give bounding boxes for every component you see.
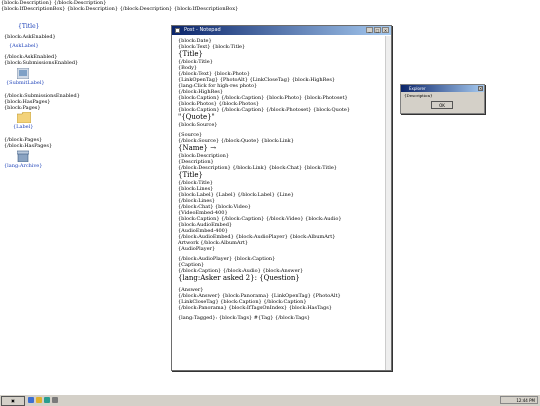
maximize-button[interactable]: □ <box>374 27 381 33</box>
clock: 12:44 PM <box>516 398 535 403</box>
minimize-button[interactable]: _ <box>366 27 373 33</box>
text-line: "{Quote}" <box>178 113 215 121</box>
quicklaunch-icon[interactable] <box>44 397 50 403</box>
dialog-text: {Description} <box>404 93 433 98</box>
dialog-title: Explorer <box>409 86 426 91</box>
quicklaunch-icon[interactable] <box>36 397 42 403</box>
dialog-titlebar[interactable]: Explorer × <box>401 85 484 92</box>
notepad-icon <box>175 28 180 33</box>
quicklaunch-icon[interactable] <box>28 397 34 403</box>
taskbar: ▣ 12:44 PM <box>0 394 540 406</box>
scrollbar[interactable] <box>385 36 391 370</box>
text-line: {Title} <box>178 50 204 58</box>
dialog-close-button[interactable]: × <box>478 86 483 91</box>
quicklaunch-icon[interactable] <box>52 397 58 403</box>
text-line: {lang:Tagged}: {block:Tags} #{Tag} {/blo… <box>178 315 311 321</box>
text-line: {lang:Asker asked 2}: {Question} <box>178 274 300 282</box>
folder-icon <box>17 112 31 123</box>
notepad-content[interactable]: {block:Date} {block:Text} {block:Title} … <box>172 35 391 324</box>
notepad-title: Post - Notepad <box>184 27 221 33</box>
explorer-dialog[interactable]: Explorer × {Description} OK <box>400 84 485 114</box>
archive-link[interactable]: {lang:Archive} <box>4 163 154 169</box>
photo-icon <box>17 68 29 79</box>
left-column: {block:AskEnabled} {AskLabel} {/block:As… <box>4 34 154 169</box>
text-line: {Name} → <box>178 144 217 152</box>
left-title[interactable]: {Title} <box>18 23 39 30</box>
notepad-window[interactable]: Post - Notepad _ □ × {block:Date} {block… <box>171 25 392 371</box>
system-tray: 12:44 PM <box>500 396 538 404</box>
top-line-2: {block:IfDescriptionBox} {block:Descript… <box>1 6 239 12</box>
notepad-titlebar[interactable]: Post - Notepad _ □ × <box>172 26 391 35</box>
archive-icon <box>17 150 29 162</box>
close-button[interactable]: × <box>382 27 389 33</box>
text-line: {Title} <box>178 171 204 179</box>
ok-button[interactable]: OK <box>431 101 453 109</box>
